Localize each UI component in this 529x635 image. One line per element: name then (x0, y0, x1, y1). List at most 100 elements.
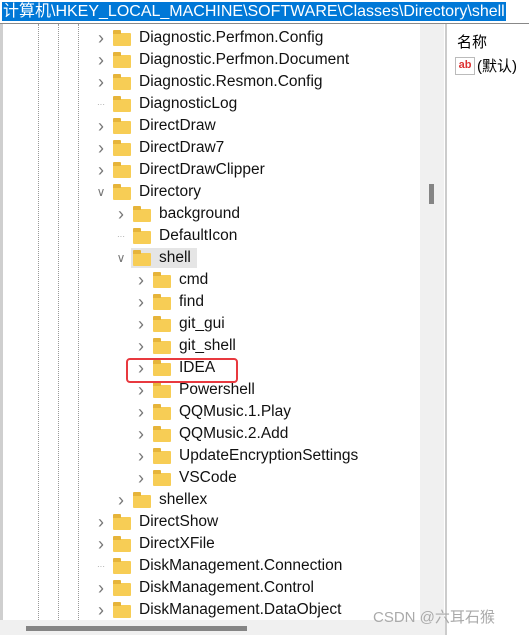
tree-item[interactable]: › Diagnostic.Resmon.Config (95, 71, 323, 93)
tree-item-label: Diagnostic.Perfmon.Document (139, 51, 350, 68)
folder-icon (153, 293, 171, 310)
tree-item-label: shell (131, 248, 197, 268)
chevron-down-icon[interactable]: ∨ (115, 251, 127, 265)
chevron-right-icon[interactable]: › (115, 490, 127, 511)
tree-item[interactable]: › DirectXFile (95, 533, 215, 555)
tree-item[interactable]: › cmd (135, 269, 208, 291)
tree-item-label: shellex (159, 491, 208, 508)
chevron-right-icon[interactable]: › (135, 446, 147, 467)
tree-connector: ··· (97, 99, 105, 109)
tree-item-label: DiskManagement.Control (139, 579, 314, 596)
folder-icon (133, 227, 151, 244)
scrollbar-thumb[interactable] (26, 626, 247, 631)
tree-item-label: DiskManagement.Connection (139, 557, 343, 574)
folder-icon (113, 161, 131, 178)
tree-item-label: DirectDraw (139, 117, 216, 134)
tree-item[interactable]: › QQMusic.1.Play (135, 401, 291, 423)
address-path[interactable]: 计算机\HKEY_LOCAL_MACHINE\SOFTWARE\Classes\… (2, 2, 506, 21)
watermark: CSDN @六耳石猴 (373, 609, 495, 626)
tree-item-label: git_shell (179, 337, 236, 354)
folder-icon (153, 403, 171, 420)
tree-item-label: DirectDraw7 (139, 139, 225, 156)
tree-item[interactable]: › find (135, 291, 204, 313)
chevron-right-icon[interactable]: › (95, 578, 107, 599)
tree-connector: ··· (97, 561, 105, 571)
tree-item-label: UpdateEncryptionSettings (179, 447, 359, 464)
tree-item[interactable]: › DirectDraw (95, 115, 216, 137)
value-name: (默认) (477, 58, 517, 75)
chevron-right-icon[interactable]: › (95, 28, 107, 49)
tree-item-label: git_gui (179, 315, 225, 332)
values-pane[interactable]: 名称 ab (默认) (447, 24, 529, 635)
tree-item[interactable]: › VSCode (135, 467, 237, 489)
folder-icon (133, 205, 151, 222)
tree-vertical-scrollbar[interactable] (420, 24, 444, 620)
chevron-right-icon[interactable]: › (135, 424, 147, 445)
tree-guide-line (38, 24, 39, 620)
tree-item[interactable]: › DirectDrawClipper (95, 159, 265, 181)
tree-item[interactable]: › DiskManagement.Control (95, 577, 314, 599)
tree-item-label: DirectShow (139, 513, 219, 530)
chevron-right-icon[interactable]: › (95, 138, 107, 159)
tree-item[interactable]: › UpdateEncryptionSettings (135, 445, 358, 467)
tree-item[interactable]: › Diagnostic.Perfmon.Config (95, 27, 323, 49)
tree-item-label: find (179, 293, 204, 310)
chevron-right-icon[interactable]: › (95, 600, 107, 621)
chevron-right-icon[interactable]: › (95, 116, 107, 137)
folder-icon (153, 447, 171, 464)
column-header-name[interactable]: 名称 (457, 31, 487, 52)
folder-icon (113, 535, 131, 552)
folder-icon (153, 271, 171, 288)
tree-item[interactable]: ··· DiskManagement.Connection (95, 555, 342, 577)
chevron-down-icon[interactable]: ∨ (95, 185, 107, 199)
tree-item-label: DiskManagement.DataObject (139, 601, 342, 618)
registry-tree[interactable]: › Diagnostic.Perfmon.Config › Diagnostic.Pe… (0, 24, 423, 620)
chevron-right-icon[interactable]: › (135, 468, 147, 489)
chevron-right-icon[interactable]: › (95, 512, 107, 533)
tree-item-label: VSCode (179, 469, 237, 486)
chevron-right-icon[interactable]: › (135, 336, 147, 357)
tree-guide-line (78, 24, 79, 620)
chevron-right-icon[interactable]: › (95, 72, 107, 93)
chevron-right-icon[interactable]: › (135, 402, 147, 423)
folder-icon (153, 337, 171, 354)
tree-item-label: QQMusic.2.Add (179, 425, 289, 442)
folder-icon (113, 139, 131, 156)
scrollbar-thumb[interactable] (429, 184, 434, 204)
chevron-right-icon[interactable]: › (135, 270, 147, 291)
folder-icon (133, 249, 151, 266)
folder-icon (113, 73, 131, 90)
folder-icon (113, 513, 131, 530)
tree-item[interactable]: › DiskManagement.DataObject (95, 599, 341, 620)
value-row-default[interactable]: ab (默认) (455, 55, 517, 76)
tree-item[interactable]: ∨ Directory (95, 181, 201, 203)
tree-item[interactable]: › DirectDraw7 (95, 137, 224, 159)
folder-icon (113, 579, 131, 596)
tree-item[interactable]: › DirectShow (95, 511, 218, 533)
tree-item[interactable]: ··· DiagnosticLog (95, 93, 237, 115)
chevron-right-icon[interactable]: › (135, 292, 147, 313)
tree-item-label: DiagnosticLog (139, 95, 238, 112)
folder-icon (113, 601, 131, 618)
tree-item[interactable]: › Diagnostic.Perfmon.Document (95, 49, 349, 71)
string-value-icon: ab (455, 56, 475, 75)
folder-icon (153, 315, 171, 332)
tree-item-label: background (159, 205, 241, 222)
folder-icon (113, 95, 131, 112)
tree-item[interactable]: ∨ shell (115, 247, 197, 269)
tree-item[interactable]: › background (115, 203, 240, 225)
chevron-right-icon[interactable]: › (95, 50, 107, 71)
tree-item[interactable]: › git_shell (135, 335, 236, 357)
address-bar[interactable]: 计算机\HKEY_LOCAL_MACHINE\SOFTWARE\Classes\… (0, 0, 529, 24)
chevron-right-icon[interactable]: › (135, 314, 147, 335)
chevron-right-icon[interactable]: › (95, 160, 107, 181)
folder-icon (113, 51, 131, 68)
tree-item[interactable]: › git_gui (135, 313, 225, 335)
tree-item[interactable]: ··· DefaultIcon (115, 225, 237, 247)
chevron-right-icon[interactable]: › (95, 534, 107, 555)
chevron-right-icon[interactable]: › (115, 204, 127, 225)
tree-guide-line (58, 24, 59, 620)
folder-icon (113, 29, 131, 46)
tree-item[interactable]: › QQMusic.2.Add (135, 423, 288, 445)
tree-item[interactable]: › shellex (115, 489, 207, 511)
